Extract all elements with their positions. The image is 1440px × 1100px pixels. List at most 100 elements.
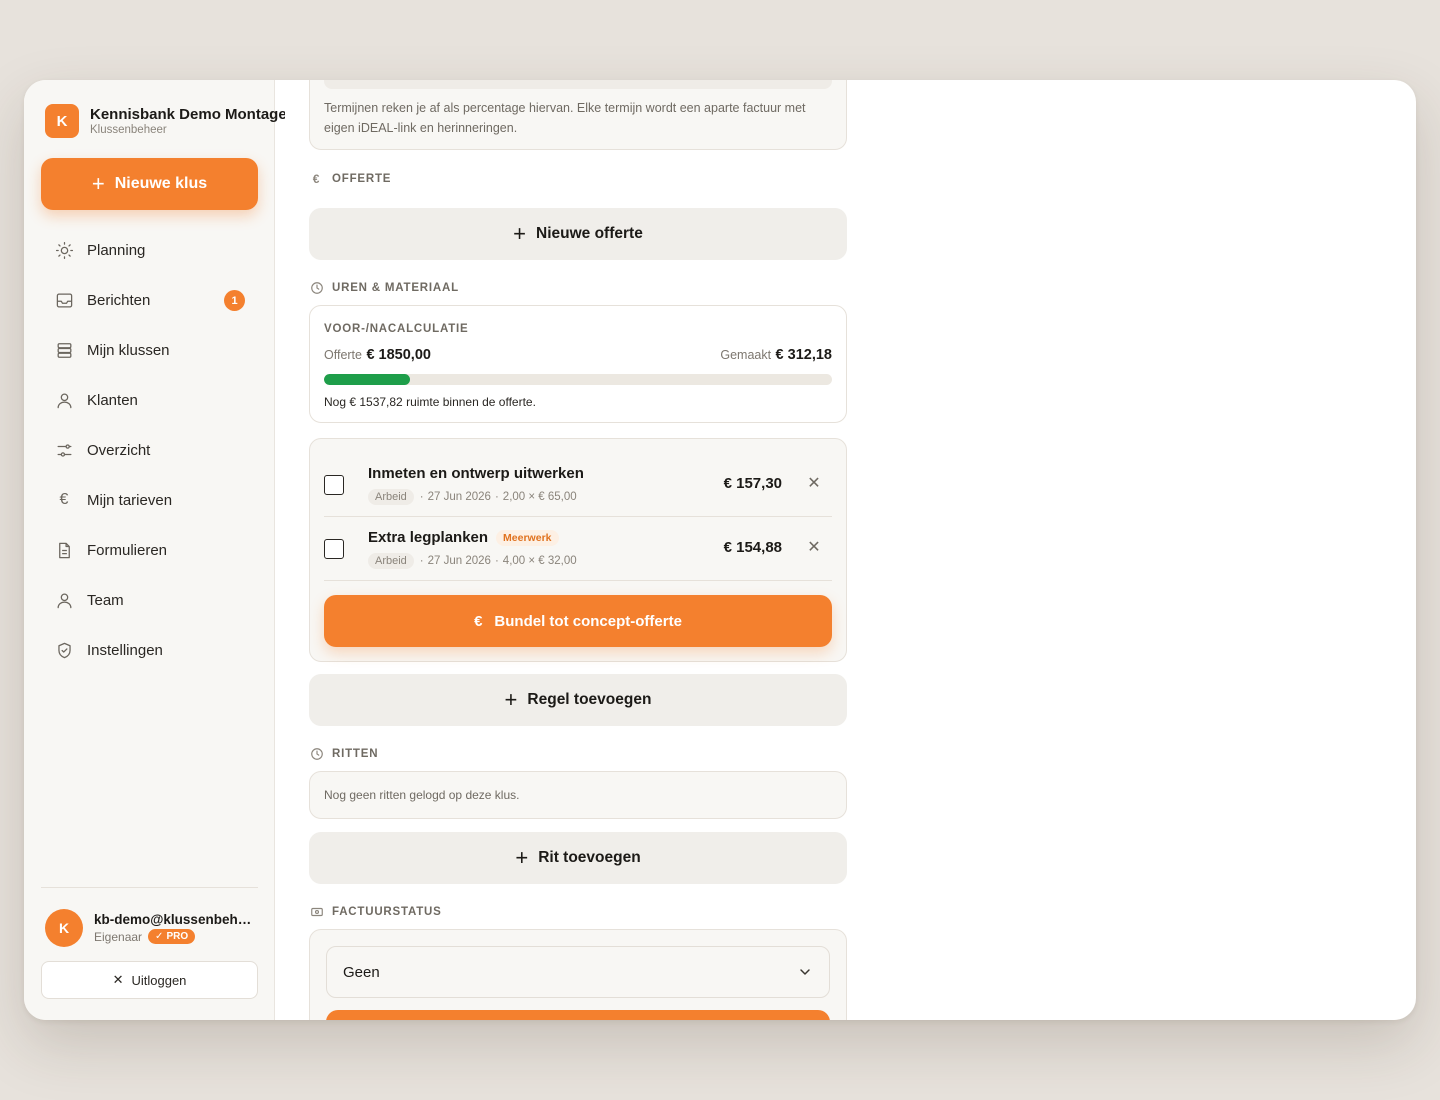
new-job-label: Nieuwe klus <box>114 175 208 192</box>
sidebar: K Kennisbank Demo Montage Klussenbeheer … <box>24 80 285 1020</box>
invoice-status-value: Geen <box>343 963 380 981</box>
sidebar-item-klanten[interactable]: Klanten <box>41 375 258 425</box>
euro-icon: € <box>312 171 321 186</box>
user-icon <box>53 589 75 611</box>
line-checkbox[interactable] <box>324 475 344 495</box>
made-amount-value: € 312,18 <box>775 347 832 363</box>
made-amount-label: Gemaakt <box>720 348 772 362</box>
calculation-title: VOOR-/NACALCULATIE <box>324 323 469 335</box>
euro-icon: € <box>474 612 483 630</box>
line-calc: 4,00 × € 32,00 <box>502 555 577 567</box>
close-icon[interactable]: ✕ <box>804 473 824 493</box>
new-quote-button[interactable]: + Nieuwe offerte <box>309 208 847 260</box>
bundle-to-quote-button[interactable]: € Bundel tot concept-offerte <box>324 595 832 647</box>
user-icon <box>53 389 75 411</box>
sidebar-item-label: Berichten <box>87 291 151 309</box>
rides-empty-text: Nog geen ritten gelogd op deze klus. <box>324 788 520 802</box>
sidebar-item-label: Klanten <box>87 391 138 409</box>
add-ride-label: Rit toevoegen <box>538 849 641 866</box>
sidebar-item-planning[interactable]: Planning <box>41 225 258 275</box>
section-uren-label: UREN & MATERIAAL <box>332 281 459 294</box>
add-line-label: Regel toevoegen <box>527 691 652 708</box>
brand[interactable]: K Kennisbank Demo Montage Klussenbeheer <box>45 104 285 138</box>
line-checkbox[interactable] <box>324 539 344 559</box>
line-calc: 2,00 × € 65,00 <box>502 491 577 503</box>
new-quote-label: Nieuwe offerte <box>536 225 643 242</box>
plus-icon: + <box>513 221 527 246</box>
user-email: kb-demo@klussenbeheer.nl <box>94 912 254 927</box>
sidebar-item-mijn-klussen[interactable]: Mijn klussen <box>41 325 258 375</box>
brand-name: Kennisbank Demo Montage <box>90 106 285 123</box>
sidebar-item-label: Overzicht <box>87 441 151 459</box>
quote-amount-label: Offerte <box>324 348 362 362</box>
new-job-button[interactable]: + Nieuwe klus <box>41 158 258 210</box>
sidebar-item-team[interactable]: Team <box>41 575 258 625</box>
sidebar-item-overzicht[interactable]: Overzicht <box>41 425 258 475</box>
list-item: Inmeten en ontwerp uitwerken Arbeid · 27… <box>324 453 832 517</box>
shield-icon <box>53 639 75 661</box>
brand-subtitle: Klussenbeheer <box>90 124 167 136</box>
sidebar-item-label: Mijn tarieven <box>87 491 173 509</box>
sun-icon <box>53 239 75 261</box>
close-icon: ✕ <box>112 972 124 987</box>
chevron-down-icon <box>800 969 810 975</box>
line-date: 27 Jun 2026 <box>427 555 491 567</box>
quote-amount-value: € 1850,00 <box>366 347 431 363</box>
clock-icon <box>309 746 324 761</box>
line-date: 27 Jun 2026 <box>427 491 491 503</box>
section-ritten-label: RITTEN <box>332 747 379 760</box>
check-icon: ✓ <box>155 931 164 942</box>
unread-badge: 1 <box>224 290 245 311</box>
sidebar-item-instellingen[interactable]: Instellingen <box>41 625 258 675</box>
payment-terms-help-text: Termijnen reken je af als percentage hie… <box>324 101 806 135</box>
rides-card: Nog geen ritten gelogd op deze klus. <box>309 771 847 819</box>
document-icon <box>53 539 75 561</box>
extra-work-tag: Meerwerk <box>496 529 559 546</box>
input-field-bottom[interactable] <box>324 80 832 89</box>
plus-icon: + <box>91 171 105 196</box>
app-window: K Kennisbank Demo Montage Klussenbeheer … <box>24 80 1416 1020</box>
logout-label: Uitloggen <box>131 972 187 988</box>
user-profile[interactable]: K kb-demo@klussenbeheer.nl Eigenaar ✓ PR… <box>45 909 260 947</box>
add-ride-button[interactable]: + Rit toevoegen <box>309 832 847 884</box>
banknote-icon <box>309 904 324 919</box>
sidebar-item-mijn-tarieven[interactable]: € Mijn tarieven <box>41 475 258 525</box>
invoice-status-select[interactable]: Geen <box>326 946 830 998</box>
avatar: K <box>45 909 83 947</box>
section-factuur-label: FACTUURSTATUS <box>332 905 442 918</box>
sidebar-item-label: Instellingen <box>87 641 163 659</box>
section-uren-materiaal: UREN & MATERIAAL <box>309 280 459 295</box>
logout-button[interactable]: ✕ Uitloggen <box>41 961 258 999</box>
budget-remaining-note: Nog € 1537,82 ruimte binnen de offerte. <box>324 395 536 409</box>
pro-badge-label: PRO <box>166 931 189 942</box>
budget-progress-bar <box>324 374 832 385</box>
user-role: Eigenaar <box>94 929 143 944</box>
clock-icon <box>309 280 324 295</box>
line-type-tag: Arbeid <box>368 553 414 569</box>
invoice-status-card: Geen <box>309 929 847 1020</box>
sidebar-item-label: Team <box>87 591 124 609</box>
sidebar-item-label: Planning <box>87 241 146 259</box>
line-title: Extra legplanken <box>368 529 489 546</box>
line-price: € 157,30 <box>723 475 782 492</box>
calculation-card: VOOR-/NACALCULATIE Offerte € 1850,00 Gem… <box>309 305 847 423</box>
pro-badge: ✓ PRO <box>148 929 196 944</box>
sidebar-item-berichten[interactable]: Berichten 1 <box>41 275 258 325</box>
line-title: Inmeten en ontwerp uitwerken <box>368 465 584 482</box>
bundle-label: Bundel tot concept-offerte <box>494 612 682 630</box>
section-offerte: € OFFERTE <box>309 171 391 186</box>
brand-logo: K <box>45 104 79 138</box>
list-item: Extra legplanken Meerwerk Arbeid · 27 Ju… <box>324 517 832 581</box>
sidebar-nav: Planning Berichten 1 Mijn klussen Klante… <box>41 225 258 675</box>
sidebar-item-label: Formulieren <box>87 541 168 559</box>
invoice-action-button[interactable] <box>326 1010 830 1020</box>
sliders-icon <box>53 439 75 461</box>
plus-icon: + <box>504 687 518 712</box>
stack-icon <box>53 339 75 361</box>
inbox-icon <box>53 289 75 311</box>
sidebar-item-formulieren[interactable]: Formulieren <box>41 525 258 575</box>
budget-progress-fill <box>324 374 410 385</box>
close-icon[interactable]: ✕ <box>804 537 824 557</box>
add-line-button[interactable]: + Regel toevoegen <box>309 674 847 726</box>
sidebar-item-label: Mijn klussen <box>87 341 170 359</box>
